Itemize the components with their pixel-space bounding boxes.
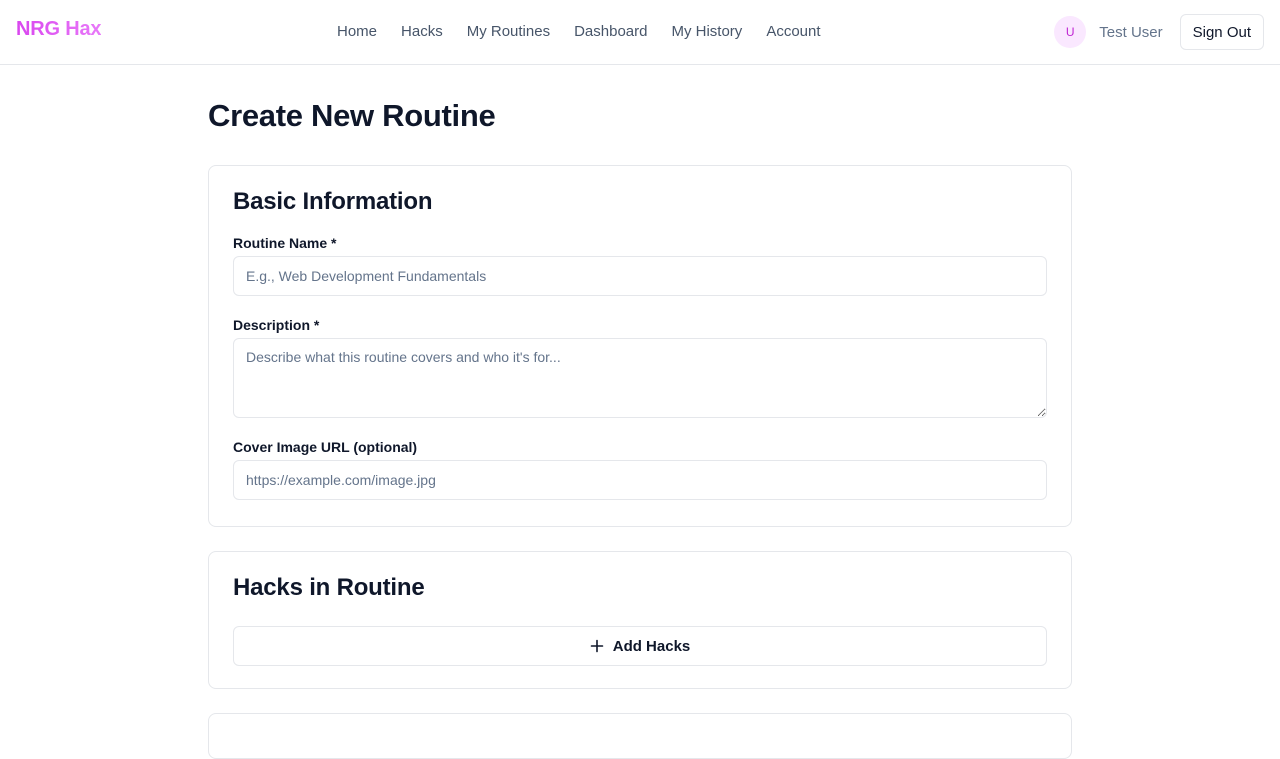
top-navbar: NRG Hax Home Hacks My Routines Dashboard… xyxy=(0,0,1280,65)
main-content: Create New Routine Basic Information Rou… xyxy=(208,65,1072,759)
cover-image-url-label: Cover Image URL (optional) xyxy=(233,439,418,455)
hacks-in-routine-title: Hacks in Routine xyxy=(233,574,425,601)
nav-home[interactable]: Home xyxy=(337,22,377,42)
description-textarea[interactable] xyxy=(233,338,1047,418)
routine-name-input[interactable] xyxy=(233,256,1047,296)
add-hacks-button[interactable]: Add Hacks xyxy=(233,626,1047,666)
add-hacks-label: Add Hacks xyxy=(612,637,691,655)
main-nav: Home Hacks My Routines Dashboard My Hist… xyxy=(337,22,821,42)
avatar[interactable]: U xyxy=(1054,16,1087,48)
username: Test User xyxy=(1099,23,1163,41)
description-label: Description * xyxy=(233,317,320,333)
basic-information-card: Basic Information Routine Name * Descrip… xyxy=(208,165,1072,527)
routine-name-label: Routine Name * xyxy=(233,235,337,251)
basic-information-title: Basic Information xyxy=(233,188,433,215)
page-title: Create New Routine xyxy=(208,98,496,133)
nav-my-history[interactable]: My History xyxy=(671,22,742,42)
sign-out-button[interactable]: Sign Out xyxy=(1179,14,1264,50)
nav-my-routines[interactable]: My Routines xyxy=(467,22,550,42)
nav-hacks[interactable]: Hacks xyxy=(401,22,443,42)
hacks-in-routine-card: Hacks in Routine Add Hacks xyxy=(208,551,1072,689)
cover-image-url-input[interactable] xyxy=(233,460,1047,500)
nav-account[interactable]: Account xyxy=(766,22,820,42)
user-menu: U Test User Sign Out xyxy=(1054,14,1264,50)
brand-logo[interactable]: NRG Hax xyxy=(16,18,101,41)
nav-dashboard[interactable]: Dashboard xyxy=(574,22,647,42)
plus-icon xyxy=(590,639,604,653)
